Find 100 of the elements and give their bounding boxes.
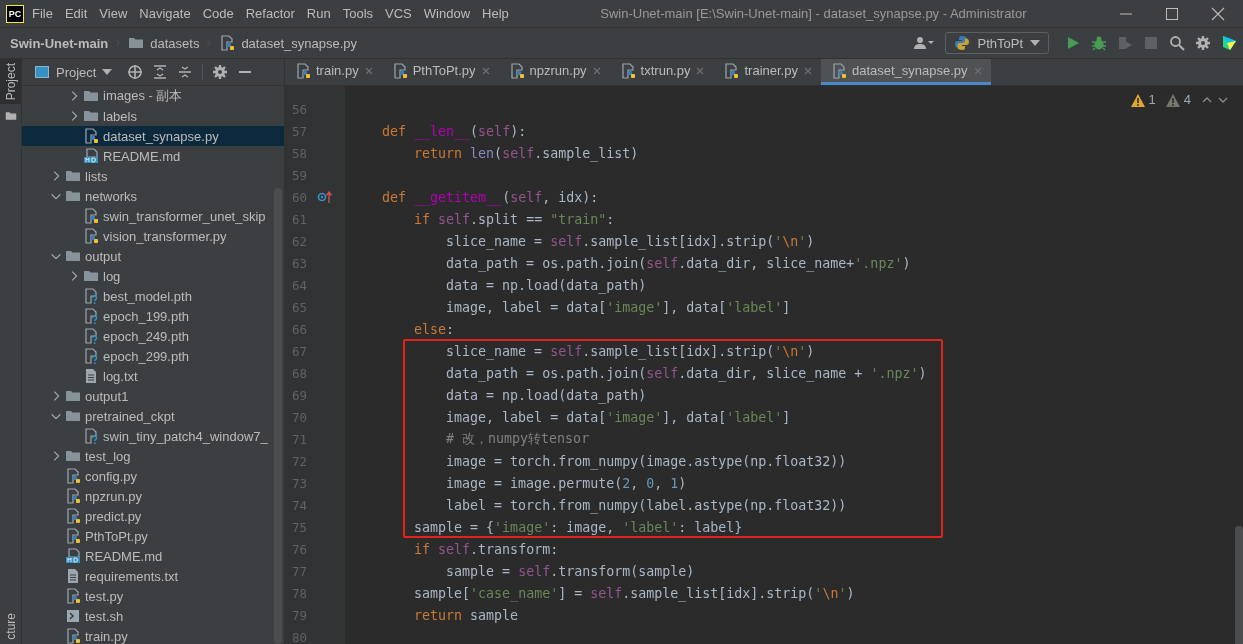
menu-item[interactable]: Tools [342,6,374,21]
tree-item[interactable]: images - 副本 [22,86,284,106]
tree-item[interactable]: output1 [22,386,284,406]
tree-item[interactable]: epoch_249.pth [22,326,284,346]
code-line: def __len__(self): [381,123,527,139]
tree-item[interactable]: epoch_199.pth [22,306,284,326]
menu-item[interactable]: View [99,6,128,21]
script-file-icon [65,608,81,624]
tree-item[interactable]: lists [22,166,284,186]
override-marker-icon[interactable] [317,189,333,205]
tree-item[interactable]: labels [22,106,284,126]
maximize-icon[interactable] [1164,5,1180,22]
folder-icon [83,88,99,104]
menu-item[interactable]: Refactor [245,6,295,21]
breadcrumb-item[interactable]: Swin-Unet-main [10,35,109,51]
menu-item[interactable]: VCS [385,6,412,21]
editor-tab[interactable]: txtrun.py [609,59,714,85]
python-file-icon [65,588,81,604]
tree-item[interactable]: predict.py [22,506,284,526]
breadcrumb-item[interactable]: datasets [150,35,200,51]
folder-icon [83,108,99,124]
search-icon[interactable] [1169,35,1185,51]
tree-item[interactable]: train.py [22,626,284,644]
code-line: sample = {'image': image, 'label': label} [413,519,743,535]
python-file-icon [65,528,81,544]
tree-item[interactable]: PthToPt.py [22,526,284,546]
tree-item[interactable]: vision_transformer.py [22,226,284,246]
unknown-file-icon [83,308,99,324]
collapse-all-icon[interactable] [177,64,194,80]
code-line: slice_name = self.sample_list[idx].strip('\n') [445,233,815,249]
code-line: # 改，numpy转tensor [445,430,590,448]
editor-tab[interactable]: train.py [285,59,382,85]
tree-item[interactable]: networks [22,186,284,206]
markdown-file-icon [65,548,81,564]
python-file-icon [508,62,525,79]
bug-icon[interactable] [1091,35,1107,51]
text-file-icon [65,568,81,584]
editor-tab[interactable]: npzrun.py [498,59,610,85]
expand-all-icon[interactable] [152,64,169,80]
python-file-icon [83,228,99,244]
tree-item[interactable]: README.md [22,546,284,566]
tree-item[interactable]: npzrun.py [22,486,284,506]
code-line: image = torch.from_numpy(image.astype(np.float32)) [445,453,847,469]
run-configuration-dropdown[interactable]: PthToPt [945,32,1049,54]
close-icon[interactable] [1210,5,1226,22]
python-file-icon [391,62,408,79]
unknown-file-icon [83,328,99,344]
folder-icon [65,168,81,184]
editor-tab[interactable]: PthToPt.py [381,59,499,85]
menu-item[interactable]: Run [306,6,331,21]
folder-icon [65,408,81,424]
editor-tab[interactable]: dataset_synapse.py [820,59,991,85]
tree-item[interactable]: output [22,246,284,266]
user-icon[interactable] [913,35,936,51]
menu-item[interactable]: Window [423,6,471,21]
structure-tool-tab[interactable]: cture [0,609,21,644]
menu-item[interactable]: Navigate [139,6,191,21]
tree-item[interactable]: test_log [22,446,284,466]
tree-item[interactable]: log.txt [22,366,284,386]
tree-item[interactable]: dataset_synapse.py [22,126,284,146]
tree-item[interactable]: epoch_299.pth [22,346,284,366]
tree-item[interactable]: test.sh [22,606,284,626]
code-line: sample['case_name'] = self.sample_list[idx].strip('\n') [413,585,855,601]
folder-icon [128,35,145,51]
tree-item[interactable]: best_model.pth [22,286,284,306]
scrollbar-thumb[interactable] [1235,526,1243,644]
menu-item[interactable]: Help [482,6,509,21]
tree-item[interactable]: config.py [22,466,284,486]
python-file-icon [830,62,847,79]
settings-icon[interactable] [1195,35,1211,51]
breadcrumb-item[interactable]: dataset_synapse.py [241,35,358,51]
editor-tab[interactable]: trainer.py [713,59,821,85]
python-file-icon [295,62,311,79]
python-file-icon [219,35,236,51]
tree-item[interactable]: README.md [22,146,284,166]
tree-item[interactable]: log [22,266,284,286]
panel-icon [34,64,50,80]
folder-icon [65,448,81,464]
warning-icon[interactable] [1165,92,1180,107]
locate-icon[interactable] [127,64,144,80]
toolbox-logo-icon[interactable] [1221,35,1237,51]
settings-icon[interactable] [212,64,229,80]
tree-item[interactable]: pretrained_ckpt [22,406,284,426]
warning-icon[interactable] [1130,92,1145,107]
menu-item[interactable]: Code [202,6,234,21]
project-view-dropdown[interactable]: Project [34,64,113,80]
tree-item[interactable]: requirements.txt [22,566,284,586]
project-tool-tab[interactable]: Project [0,59,21,105]
code-line: else: [413,321,455,337]
menu-item[interactable]: File [32,6,53,21]
run-icon[interactable] [1065,35,1081,51]
text-file-icon [83,368,99,384]
menu-item[interactable]: Edit [64,6,88,21]
markdown-file-icon [83,148,99,164]
tree-item[interactable]: test.py [22,586,284,606]
code-line: data = np.load(data_path) [445,277,647,293]
unknown-file-icon [83,348,99,364]
python-file-icon [65,508,81,524]
tree-item[interactable]: swin_transformer_unet_skip [22,206,284,226]
tree-item[interactable]: swin_tiny_patch4_window7_ [22,426,284,446]
